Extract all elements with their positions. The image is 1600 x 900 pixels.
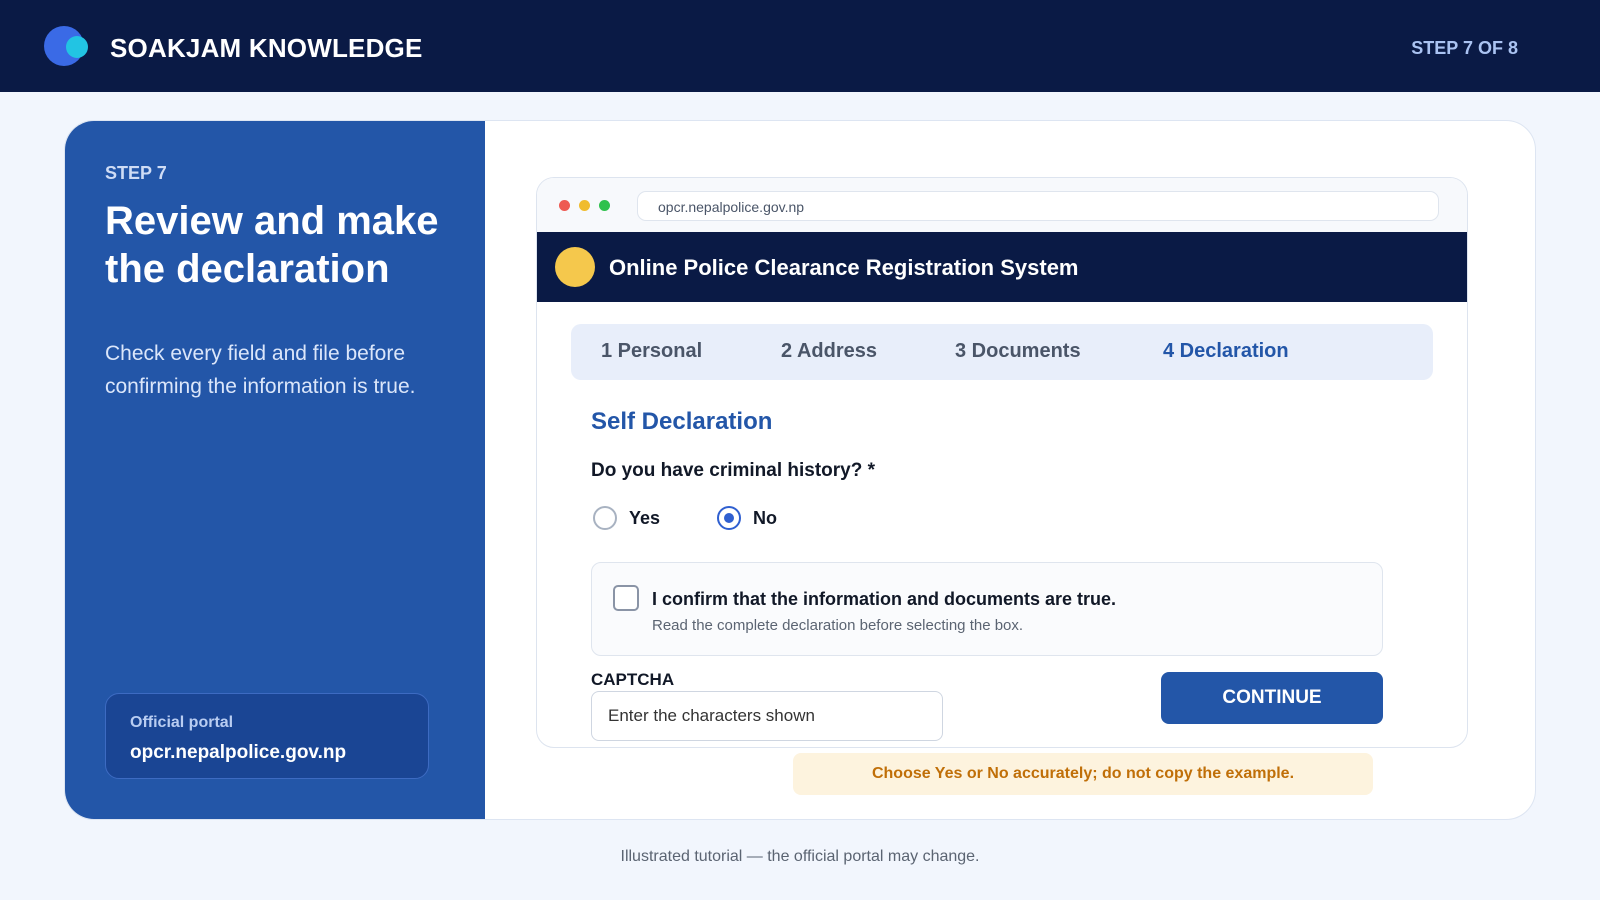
radio-yes-icon[interactable] xyxy=(593,506,617,530)
captcha-label: CAPTCHA xyxy=(591,670,675,689)
declaration-confirm-box: I confirm that the information and docum… xyxy=(591,562,1383,656)
official-portal-box: Official portal opcr.nepalpolice.gov.np xyxy=(105,693,429,779)
confirm-checkbox[interactable] xyxy=(613,585,639,611)
maximize-dot-icon xyxy=(599,200,610,211)
tab-address[interactable]: 2 Address xyxy=(781,340,877,363)
radio-option-no[interactable]: No xyxy=(717,504,777,532)
confirm-text: I confirm that the information and docum… xyxy=(652,589,1117,609)
footer-note: Illustrated tutorial — the official port… xyxy=(620,848,980,865)
step-description: Check every field and file before confir… xyxy=(105,342,416,398)
tab-declaration[interactable]: 4 Declaration xyxy=(1163,340,1289,363)
browser-chrome: opcr.nepalpolice.gov.np xyxy=(537,178,1467,232)
step-label: STEP 7 xyxy=(105,163,167,183)
warning-note: Choose Yes or No accurately; do not copy… xyxy=(793,753,1373,795)
browser-mockup: opcr.nepalpolice.gov.np Online Police Cl… xyxy=(536,177,1468,748)
site-title: Online Police Clearance Registration Sys… xyxy=(609,255,1079,280)
radio-no-label: No xyxy=(753,507,777,528)
brand-logo-icon xyxy=(44,26,90,68)
tab-personal[interactable]: 1 Personal xyxy=(601,340,702,363)
close-dot-icon xyxy=(559,200,570,211)
confirm-subtext: Read the complete declaration before sel… xyxy=(652,617,1024,634)
radio-no-icon[interactable] xyxy=(717,506,741,530)
tab-documents[interactable]: 3 Documents xyxy=(955,340,1081,363)
emblem-icon xyxy=(555,247,595,287)
section-title: Self Declaration xyxy=(591,408,773,435)
site-header: Online Police Clearance Registration Sys… xyxy=(537,232,1467,302)
step-indicator: STEP 7 OF 8 xyxy=(1411,38,1518,58)
radio-yes-label: Yes xyxy=(629,507,661,528)
form-steps-tabs: 1 Personal 2 Address 3 Documents 4 Decla… xyxy=(571,324,1433,380)
step-title: Review and make the declaration xyxy=(105,199,439,291)
minimize-dot-icon xyxy=(579,200,590,211)
address-bar[interactable]: opcr.nepalpolice.gov.np xyxy=(637,191,1439,221)
step-info-panel: STEP 7 Review and make the declaration C… xyxy=(65,121,485,819)
criminal-history-question: Do you have criminal history? * xyxy=(591,460,876,481)
tutorial-card: STEP 7 Review and make the declaration C… xyxy=(64,120,1536,820)
top-bar: SOAKJAM KNOWLEDGE STEP 7 OF 8 xyxy=(0,0,1600,92)
portal-label: Official portal xyxy=(130,714,234,731)
portal-url: opcr.nepalpolice.gov.np xyxy=(130,742,347,763)
radio-option-yes[interactable]: Yes xyxy=(593,504,660,532)
continue-button[interactable]: CONTINUE xyxy=(1161,672,1383,724)
captcha-input[interactable] xyxy=(591,691,943,741)
brand-name: SOAKJAM KNOWLEDGE xyxy=(110,33,423,63)
